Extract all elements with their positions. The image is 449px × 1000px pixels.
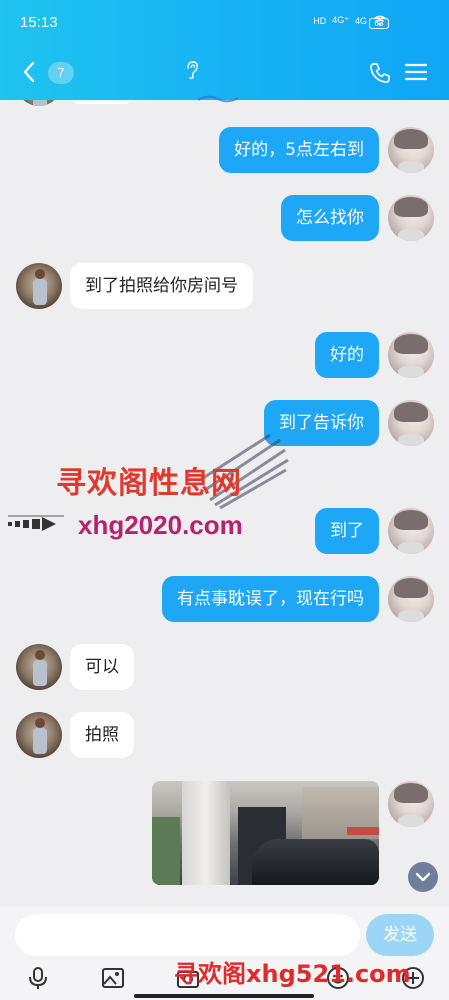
photo-detail xyxy=(347,827,379,835)
arrow-icon xyxy=(8,515,64,531)
status-bar: 15:13 HD 4G⁺ 4G 63 xyxy=(0,0,449,48)
message-input[interactable] xyxy=(15,914,360,956)
chevron-down-icon xyxy=(415,872,431,882)
photo-detail xyxy=(152,817,180,885)
network-indicator-1: 4G⁺ xyxy=(332,15,349,25)
contact-avatar[interactable] xyxy=(16,263,62,309)
my-avatar[interactable] xyxy=(388,332,434,378)
chevron-left-icon[interactable] xyxy=(22,58,36,92)
incoming-message[interactable]: 可以 xyxy=(70,644,134,690)
photo-detail xyxy=(182,781,230,885)
incoming-message[interactable]: 到了拍照给你房间号 xyxy=(70,263,253,309)
watermark-text: 寻欢阁性息网 xyxy=(56,466,242,501)
send-button[interactable]: 发送 xyxy=(366,914,434,956)
incoming-message[interactable]: 拍照 xyxy=(70,712,134,758)
contact-avatar[interactable] xyxy=(16,712,62,758)
my-avatar[interactable] xyxy=(388,400,434,446)
my-avatar[interactable] xyxy=(388,576,434,622)
my-avatar[interactable] xyxy=(388,781,434,827)
hd-indicator: HD xyxy=(313,15,327,26)
scroll-down-button[interactable] xyxy=(408,862,438,892)
watermark-url-bottom: 寻欢阁xhg521.com xyxy=(174,960,411,988)
home-indicator[interactable] xyxy=(134,994,314,998)
outgoing-message[interactable]: 好的 xyxy=(315,332,379,378)
outgoing-message[interactable]: 有点事耽误了，现在行吗 xyxy=(162,576,379,622)
battery-icon: 63 xyxy=(369,18,389,29)
partial-message xyxy=(70,100,134,104)
ear-icon[interactable] xyxy=(184,60,200,80)
menu-icon[interactable] xyxy=(405,63,427,81)
unread-count-badge[interactable]: 7 xyxy=(48,62,74,84)
image-message[interactable] xyxy=(152,781,379,885)
my-avatar[interactable] xyxy=(388,195,434,241)
microphone-icon[interactable] xyxy=(26,966,50,990)
my-avatar[interactable] xyxy=(388,508,434,554)
contact-avatar[interactable] xyxy=(16,100,62,106)
outgoing-message[interactable]: 好的，5点左右到 xyxy=(219,127,379,173)
outgoing-message[interactable]: 怎么找你 xyxy=(281,195,379,241)
outgoing-message[interactable]: 到了 xyxy=(315,508,379,554)
phone-icon[interactable] xyxy=(369,62,391,84)
image-icon[interactable] xyxy=(101,966,125,990)
message-list[interactable]: 好的，5点左右到 怎么找你 到了拍照给你房间号 好的 到了告诉你 到了 有点事耽… xyxy=(0,100,449,906)
photo-detail xyxy=(252,839,379,885)
contact-avatar[interactable] xyxy=(16,644,62,690)
chat-header: 7 xyxy=(0,48,449,103)
network-indicator-2: 4G xyxy=(354,15,367,26)
my-avatar[interactable] xyxy=(388,127,434,173)
status-time: 15:13 xyxy=(20,14,58,31)
watermark-url: xhg2020.com xyxy=(78,510,243,540)
